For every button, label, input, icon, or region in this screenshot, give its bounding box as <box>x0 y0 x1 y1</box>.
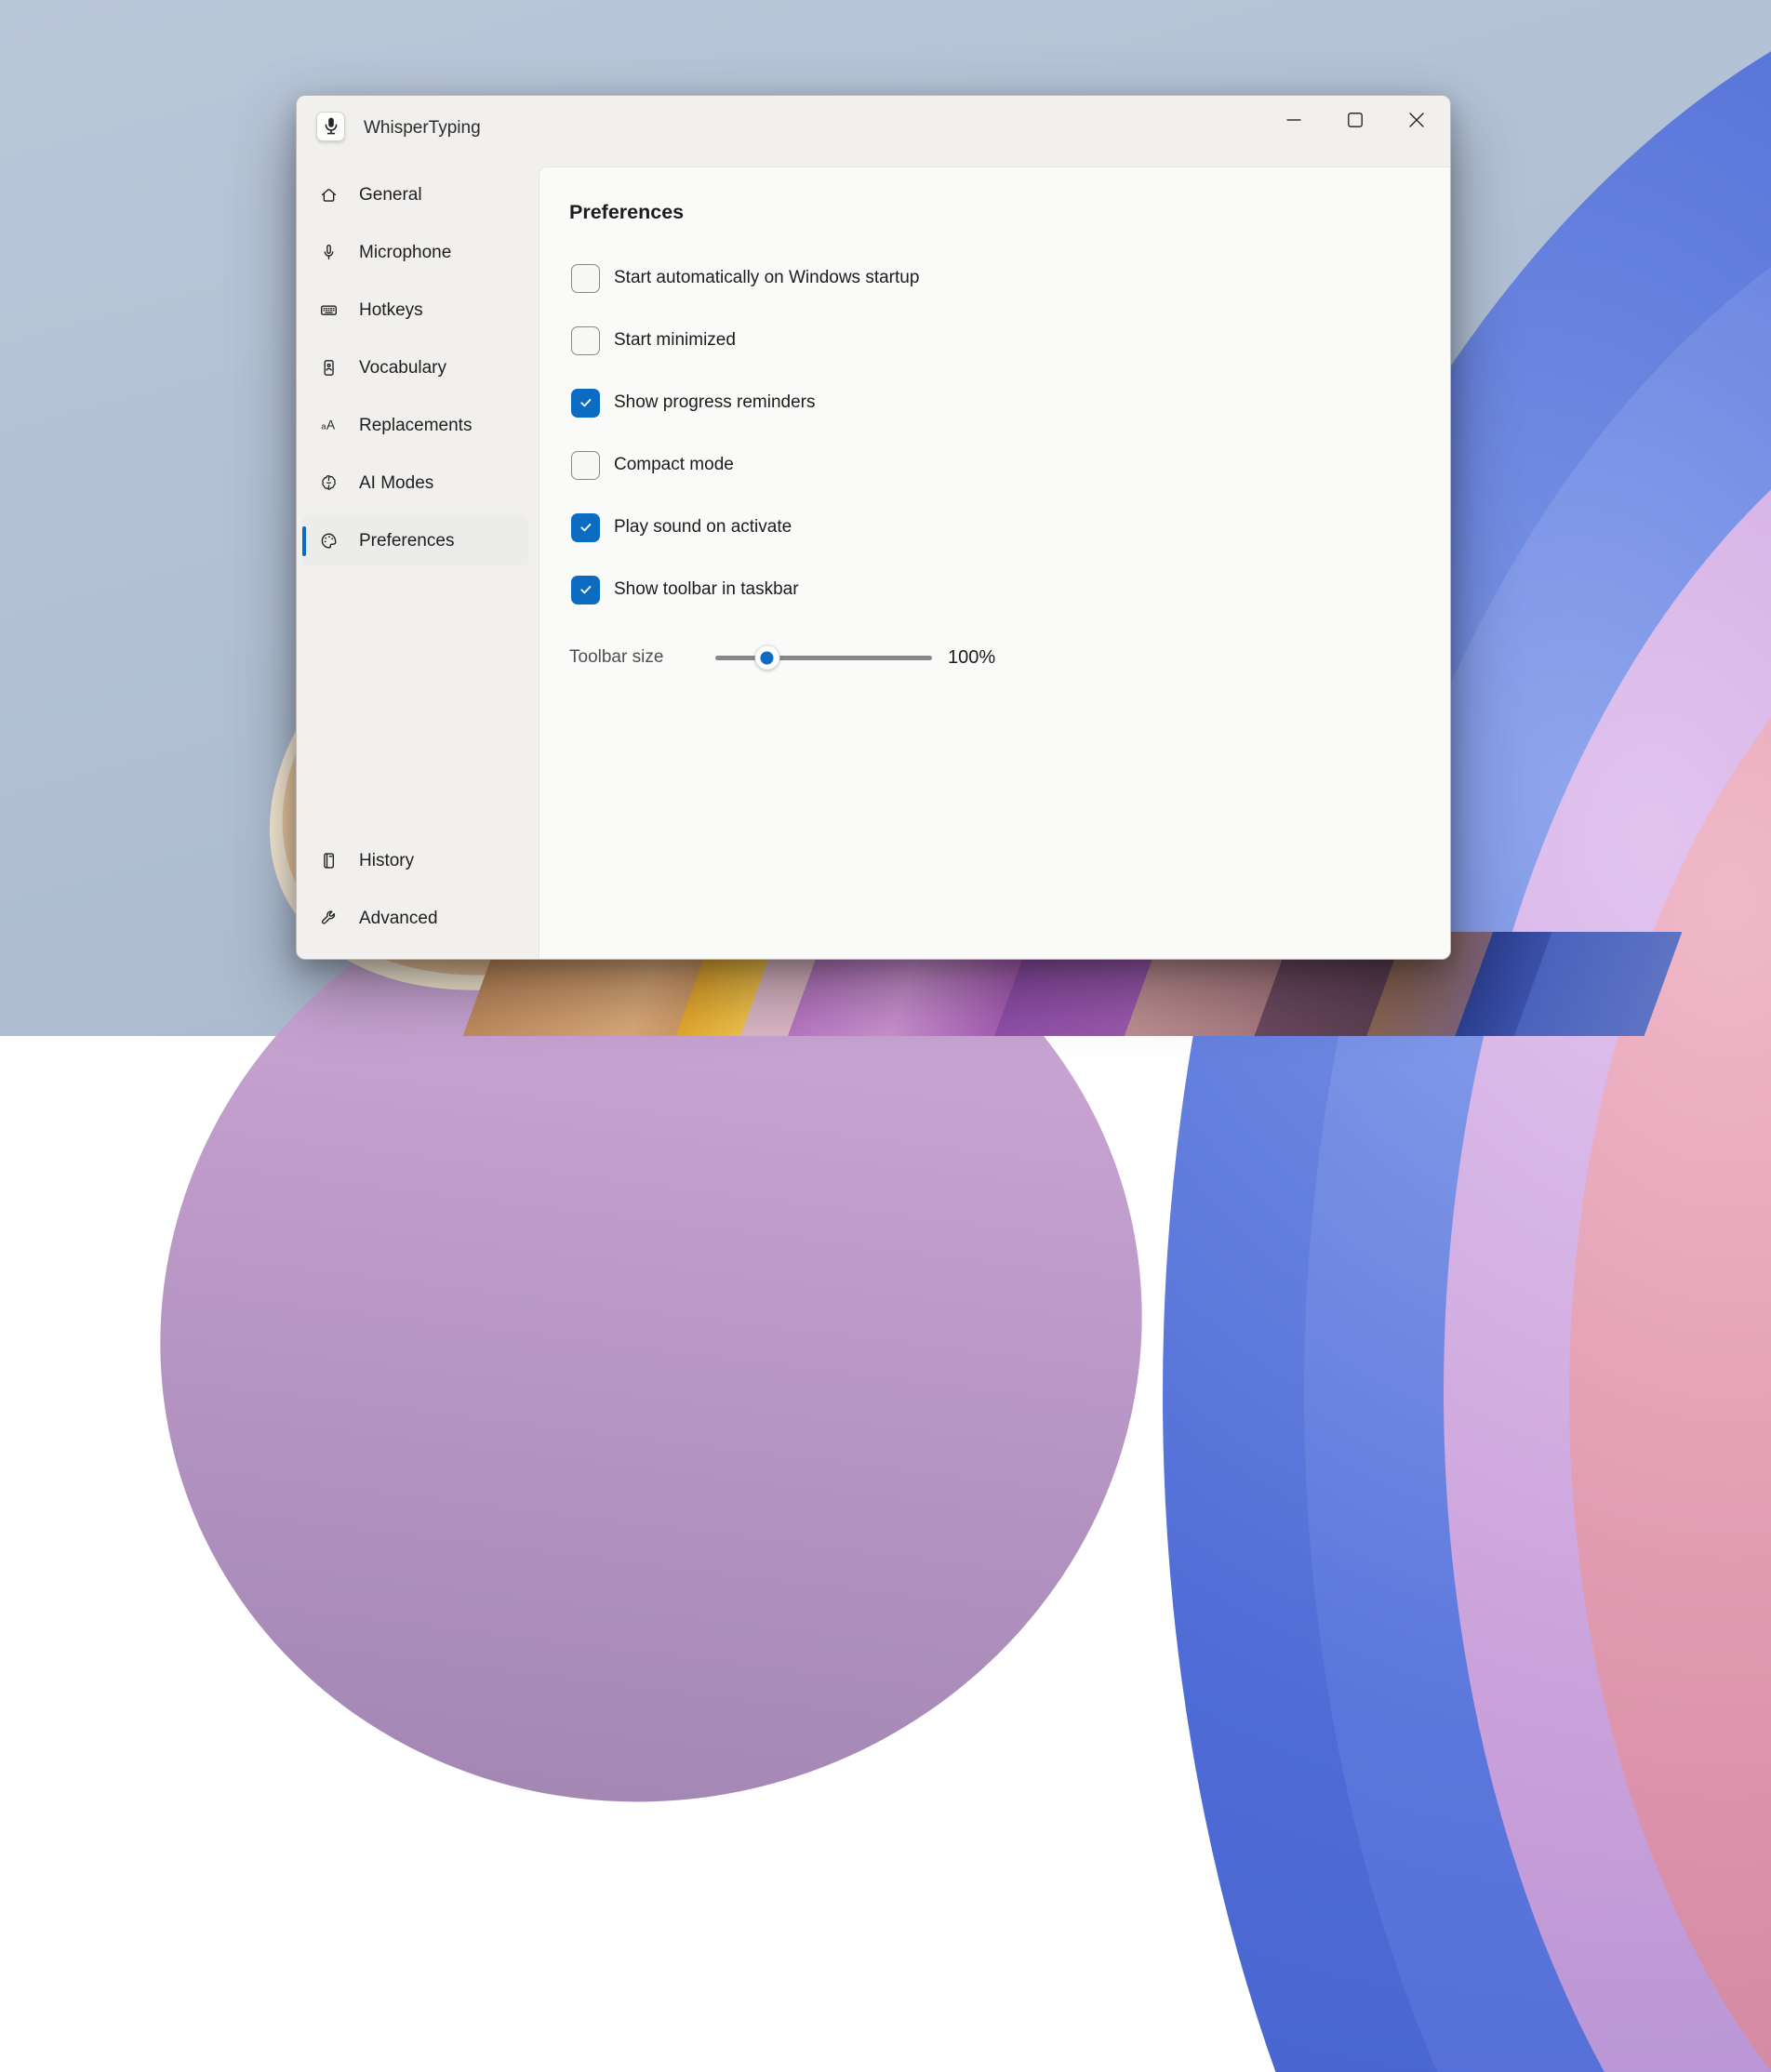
caption-buttons <box>1263 97 1447 143</box>
brain-icon <box>318 473 339 494</box>
checkbox-row: Show progress reminders <box>571 387 1413 418</box>
text-aA-icon: a A <box>318 416 339 436</box>
sidebar-item-label: Hotkeys <box>359 300 423 321</box>
microphone-app-icon <box>318 113 344 139</box>
page-title: Preferences <box>569 201 684 224</box>
slider-thumb[interactable] <box>754 645 779 671</box>
sidebar-item-label: AI Modes <box>359 473 433 494</box>
checkbox-list: Start automatically on Windows startup S… <box>571 262 1413 636</box>
checkbox-row: Start automatically on Windows startup <box>571 262 1413 294</box>
checkbox-row: Compact mode <box>571 449 1413 481</box>
sidebar-item-replacements[interactable]: a A Replacements <box>302 401 528 450</box>
checkbox-row: Play sound on activate <box>571 511 1413 543</box>
slider-value: 100% <box>948 647 995 669</box>
svg-text:A: A <box>326 418 335 432</box>
checkbox-label: Start automatically on Windows startup <box>614 268 919 288</box>
check-icon <box>577 518 595 537</box>
sidebar-item-advanced[interactable]: Advanced <box>302 894 528 943</box>
sidebar-item-ai-modes[interactable]: AI Modes <box>302 458 528 508</box>
app-window: WhisperTyping <box>296 95 1451 960</box>
minimize-icon <box>1285 112 1302 128</box>
sidebar-item-history[interactable]: History <box>302 836 528 885</box>
sidebar-item-general[interactable]: General <box>302 170 528 219</box>
sidebar-item-label: Preferences <box>359 531 454 551</box>
sidebar-item-label: Advanced <box>359 909 438 929</box>
vocabulary-icon <box>318 358 339 379</box>
toolbar-size-row: Toolbar size 100% <box>569 640 1413 675</box>
microphone-icon <box>318 243 339 263</box>
sidebar-item-preferences[interactable]: Preferences <box>302 516 528 565</box>
keyboard-icon <box>318 300 339 321</box>
slider-label: Toolbar size <box>569 647 715 668</box>
minimize-button[interactable] <box>1263 97 1325 143</box>
titlebar[interactable]: WhisperTyping <box>297 96 1450 168</box>
checkbox-label: Show toolbar in taskbar <box>614 579 799 600</box>
app-icon <box>316 112 345 141</box>
sidebar-item-label: Replacements <box>359 416 472 436</box>
wrench-icon <box>318 909 339 929</box>
palette-icon <box>318 531 339 551</box>
toolbar-size-slider[interactable] <box>715 656 932 660</box>
sidebar-item-vocabulary[interactable]: Vocabulary <box>302 343 528 392</box>
sidebar-item-label: Microphone <box>359 243 451 263</box>
close-icon <box>1408 112 1425 128</box>
checkbox-start-automatically[interactable] <box>571 264 600 293</box>
sidebar-item-hotkeys[interactable]: Hotkeys <box>302 286 528 335</box>
checkbox-label: Start minimized <box>614 330 736 351</box>
checkbox-row: Start minimized <box>571 325 1413 356</box>
content-panel: Preferences Start automatically on Windo… <box>539 166 1450 959</box>
sidebar-item-label: Vocabulary <box>359 358 446 379</box>
maximize-button[interactable] <box>1325 97 1386 143</box>
check-icon <box>577 580 595 599</box>
check-icon <box>577 393 595 412</box>
checkbox-compact-mode[interactable] <box>571 451 600 480</box>
checkbox-play-sound-on-activate[interactable] <box>571 513 600 542</box>
close-button[interactable] <box>1386 97 1447 143</box>
window-title: WhisperTyping <box>364 118 481 139</box>
sidebar-nav: General Microphone Hotkeys <box>297 170 539 959</box>
sidebar-item-label: General <box>359 185 422 206</box>
checkbox-show-toolbar-in-taskbar[interactable] <box>571 576 600 604</box>
checkbox-label: Compact mode <box>614 455 734 475</box>
checkbox-label: Play sound on activate <box>614 517 792 538</box>
sidebar-item-microphone[interactable]: Microphone <box>302 228 528 277</box>
sidebar-footer: History Advanced <box>297 836 539 951</box>
checkbox-row: Show toolbar in taskbar <box>571 574 1413 605</box>
checkbox-label: Show progress reminders <box>614 392 815 413</box>
sidebar-item-label: History <box>359 851 414 871</box>
checkbox-show-progress-reminders[interactable] <box>571 389 600 418</box>
maximize-icon <box>1347 112 1364 128</box>
checkbox-start-minimized[interactable] <box>571 326 600 355</box>
book-icon <box>318 851 339 871</box>
home-icon <box>318 185 339 206</box>
